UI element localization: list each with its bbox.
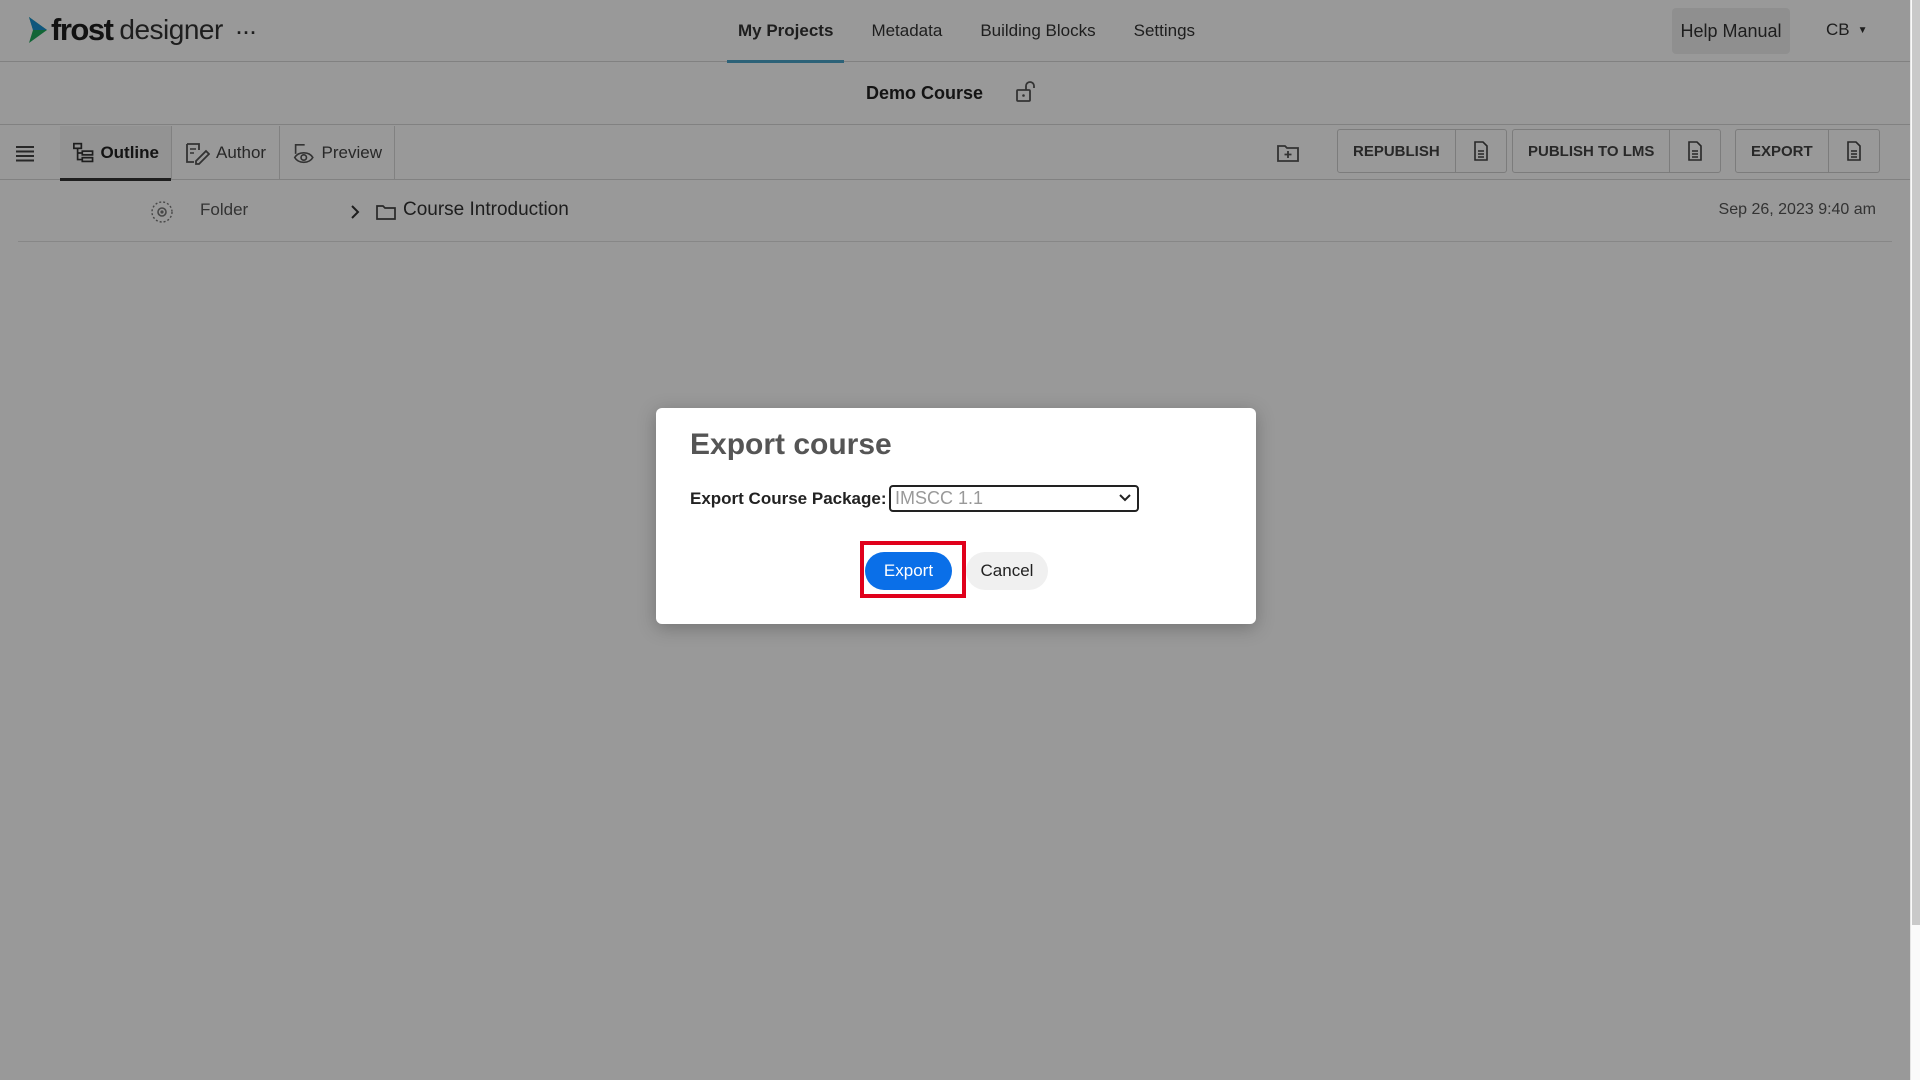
scrollbar-thumb[interactable]	[1912, 0, 1920, 925]
export-package-label: Export Course Package:	[690, 489, 887, 508]
dialog-export-button[interactable]: Export	[865, 552, 952, 590]
dialog-title: Export course	[690, 428, 892, 461]
export-course-dialog: Export course Export Course Package: IMS…	[656, 408, 1256, 624]
dialog-cancel-button[interactable]: Cancel	[966, 552, 1048, 590]
page-scrollbar[interactable]	[1910, 0, 1920, 1080]
selected-package-value: IMSCC 1.1	[895, 488, 984, 508]
export-package-select[interactable]: IMSCC 1.1	[889, 485, 1139, 512]
chevron-down-icon	[1119, 494, 1131, 502]
